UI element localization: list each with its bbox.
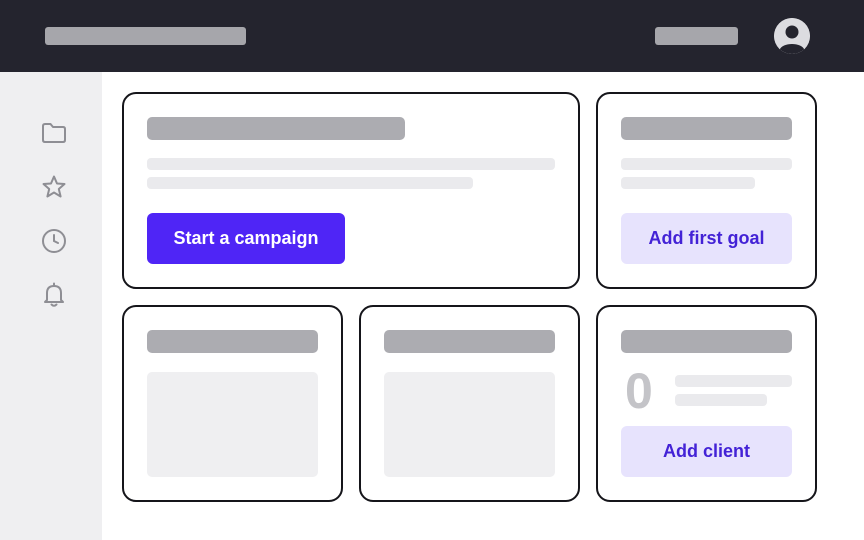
card-title-placeholder xyxy=(621,330,792,353)
text-line-placeholder xyxy=(147,177,473,189)
bell-icon[interactable] xyxy=(40,281,68,309)
card-title-placeholder xyxy=(147,117,405,140)
placeholder-card xyxy=(122,305,343,502)
campaign-card: Start a campaign xyxy=(122,92,580,289)
goal-card: Add first goal xyxy=(596,92,817,289)
user-avatar-icon[interactable] xyxy=(774,18,810,54)
placeholder-card xyxy=(359,305,580,502)
folder-icon[interactable] xyxy=(40,119,68,147)
add-first-goal-button[interactable]: Add first goal xyxy=(621,213,792,264)
text-line-placeholder xyxy=(621,158,792,170)
sidebar xyxy=(0,72,102,540)
app-title-placeholder xyxy=(45,27,246,45)
top-bar xyxy=(0,0,864,72)
text-line-placeholder xyxy=(621,177,755,189)
card-title-placeholder xyxy=(147,330,318,353)
add-client-button[interactable]: Add client xyxy=(621,426,792,477)
clock-icon[interactable] xyxy=(40,227,68,255)
client-count: 0 xyxy=(625,363,653,419)
content-placeholder xyxy=(147,372,318,477)
card-title-placeholder xyxy=(384,330,555,353)
nav-link-placeholder[interactable] xyxy=(655,27,738,45)
start-campaign-button[interactable]: Start a campaign xyxy=(147,213,345,264)
content-placeholder xyxy=(384,372,555,477)
star-icon[interactable] xyxy=(40,173,68,201)
text-line-placeholder xyxy=(147,158,555,170)
text-line-placeholder xyxy=(675,394,767,406)
text-line-placeholder xyxy=(675,375,792,387)
card-title-placeholder xyxy=(621,117,792,140)
clients-card: 0 Add client xyxy=(596,305,817,502)
